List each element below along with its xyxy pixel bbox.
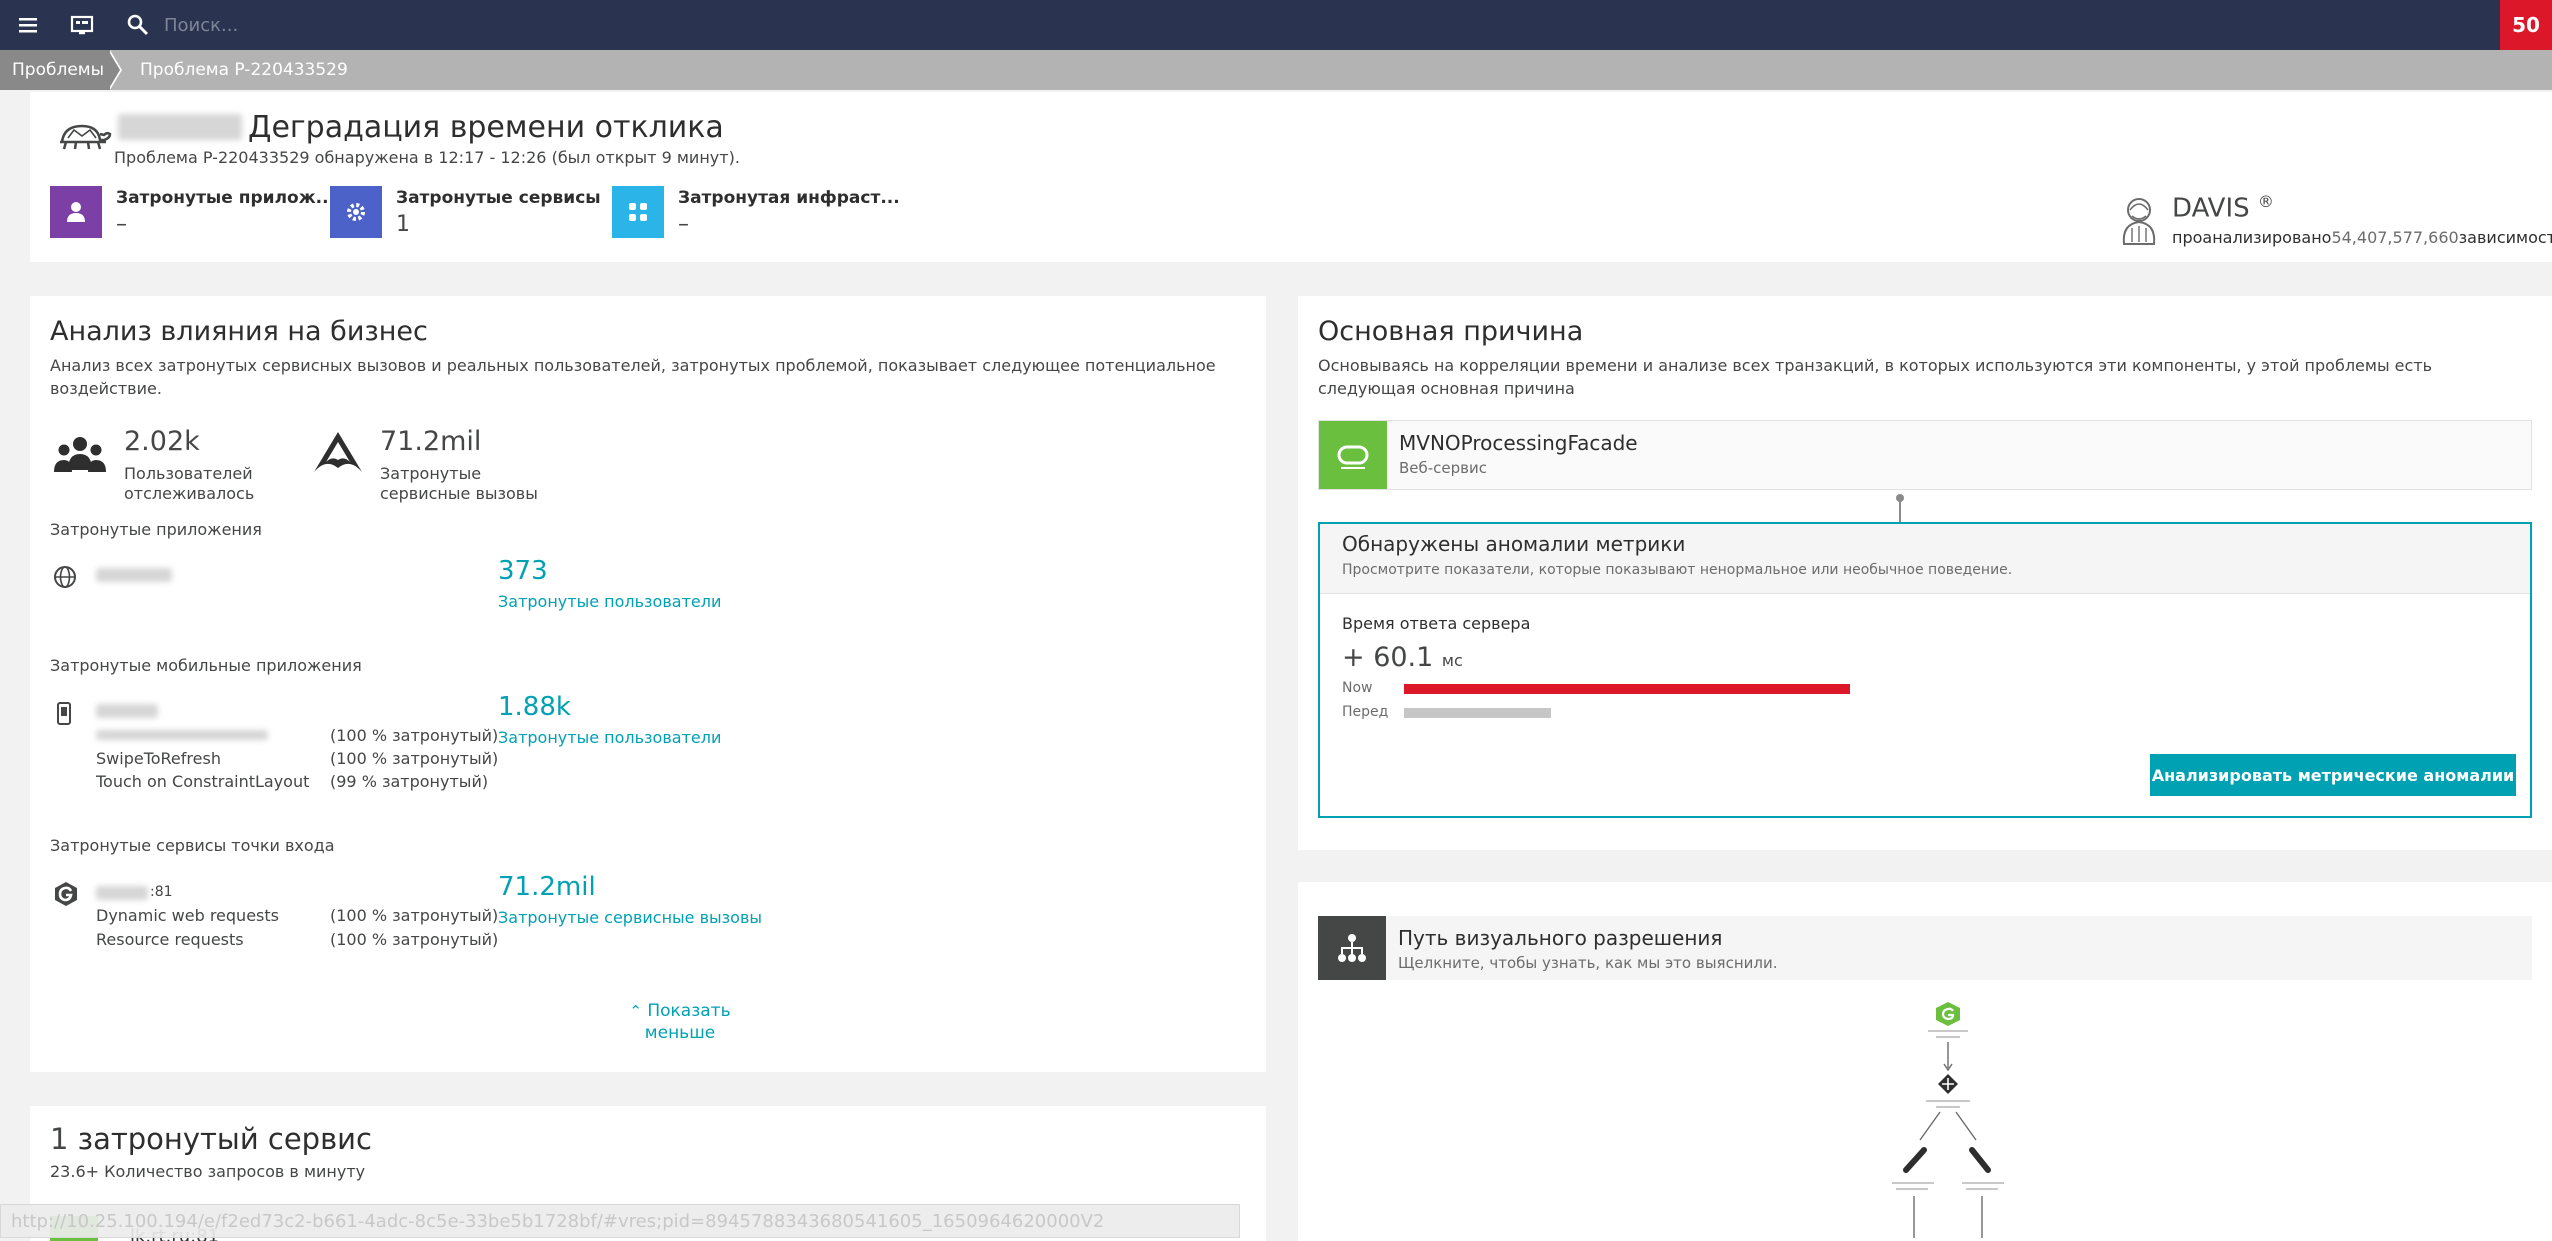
mobile-phone-icon [57, 702, 71, 725]
breadcrumb-current-problem: Проблема P-220433529 [140, 60, 348, 80]
menu-icon[interactable] [14, 11, 42, 39]
response-time-now-bar [1404, 684, 1850, 694]
affected-services[interactable]: Затронутые сервисы 1 [330, 186, 610, 246]
entry-row-2-pct: (100 % затронутый) [330, 930, 499, 949]
davis-logo-icon [2122, 198, 2156, 245]
affected-mobile-users-link[interactable]: Затронутые пользователи [498, 728, 721, 747]
problem-header-panel: Деградация времени отклика Проблема P-22… [30, 92, 2552, 262]
redacted-entry-service [96, 886, 148, 900]
affected-infrastructure[interactable]: Затронутая инфраст... – [612, 186, 912, 246]
visual-resolution-header[interactable]: Путь визуального разрешения Щелкните, чт… [1318, 916, 2532, 980]
metric-anomalies-header: Обнаружены аномалии метрики Просмотрите … [1320, 524, 2530, 594]
business-impact-title: Анализ влияния на бизнес [50, 316, 428, 347]
globe-icon [54, 566, 76, 588]
root-cause-service-type: Веб-сервис [1399, 459, 1488, 477]
redacted-mobile-app [96, 704, 158, 718]
screen-icon[interactable] [68, 11, 96, 39]
root-cause-description: Основываясь на корреляции времени и анал… [1318, 356, 2433, 398]
server-response-time-label: Время ответа сервера [1342, 614, 1531, 633]
server-response-time-delta: + 60.1 мс [1342, 642, 1463, 673]
search-input[interactable] [164, 10, 524, 40]
affected-calls-value: 71.2mil [380, 426, 482, 457]
breadcrumb-problems[interactable]: Проблемы [0, 50, 110, 90]
problem-subtitle: Проблема P-220433529 обнаружена в 12:17 … [114, 148, 740, 167]
user-icon [50, 186, 102, 238]
analyze-metric-anomalies-button[interactable]: Анализировать метрические аномалии [2150, 754, 2516, 796]
web-service-icon [55, 882, 77, 906]
metric-anomalies-card: Обнаружены аномалии метрики Просмотрите … [1318, 522, 2532, 818]
graph-node-process[interactable] [1926, 1074, 1970, 1108]
visual-resolution-title: Путь визуального разрешения [1398, 926, 1723, 950]
affected-services-value: 1 [396, 212, 410, 237]
chevron-up-icon: ⌃ [629, 1002, 642, 1020]
graph-node-host-left[interactable] [1892, 1147, 1934, 1190]
affected-service-calls-link[interactable]: Затронутые сервисные вызовы [498, 908, 762, 927]
mobile-row-1-pct: (100 % затронутый) [330, 726, 499, 745]
entry-service-port: :81 [150, 884, 173, 900]
davis-analyzed-dependencies: проанализировано54,407,577,660зависимост… [2172, 228, 2552, 247]
entry-row-1-name: Dynamic web requests [96, 906, 279, 925]
service-calls-icon [314, 432, 362, 472]
affected-infrastructure-value: – [678, 212, 689, 237]
graph-edge [1919, 1111, 1941, 1141]
affected-service-count: 1 затронутый сервис [50, 1122, 372, 1156]
affected-calls-label: Затронутые сервисные вызовы [380, 464, 538, 503]
top-navigation-bar: 50 [0, 0, 2552, 50]
tracked-users-label: Пользователей отслеживалось [124, 464, 255, 503]
mobile-row-2-pct: (100 % затронутый) [330, 749, 499, 768]
affected-services-label: Затронутые сервисы [396, 188, 601, 208]
redacted-app [96, 568, 172, 582]
davis-name: DAVIS ® [2172, 192, 2274, 224]
tracked-users-value: 2.02k [124, 426, 200, 457]
infrastructure-icon [612, 186, 664, 238]
affected-service-request-rate: 23.6+ Количество запросов в минуту [50, 1162, 366, 1181]
affected-infrastructure-label: Затронутая инфраст... [678, 188, 900, 208]
affected-app-users-link[interactable]: Затронутые пользователи [498, 592, 721, 611]
affected-applications-value: – [116, 212, 127, 237]
affected-applications[interactable]: Затронутые прилож... – [50, 186, 340, 246]
search-icon[interactable] [124, 11, 152, 39]
affected-app-users-count[interactable]: 373 [498, 556, 548, 586]
root-cause-service-card[interactable]: MVNOProcessingFacade Веб-сервис [1318, 420, 2532, 490]
graph-edge [1955, 1111, 1977, 1141]
affected-apps-heading: Затронутые приложения [50, 520, 262, 539]
mobile-row-2-name: SwipeToRefresh [96, 749, 221, 768]
bar-before-label: Перед [1342, 704, 1389, 720]
breadcrumb: Проблемы Проблема P-220433529 [0, 50, 2552, 90]
graph-node-web-service[interactable] [1928, 1002, 1968, 1038]
affected-service-calls-count[interactable]: 71.2mil [498, 872, 596, 902]
gear-icon [330, 186, 382, 238]
users-icon [54, 437, 106, 472]
show-less-button[interactable]: ⌃ Показать меньше [600, 1000, 760, 1044]
bar-now-label: Now [1342, 680, 1373, 696]
visual-resolution-subtitle: Щелкните, чтобы узнать, как мы это выясн… [1398, 954, 1778, 972]
business-impact-description: Анализ всех затронутых сервисных вызовов… [50, 356, 1216, 398]
affected-mobile-users-count[interactable]: 1.88k [498, 692, 571, 722]
mobile-row-3-pct: (99 % затронутый) [330, 772, 489, 791]
affected-applications-label: Затронутые прилож... [116, 188, 335, 208]
graph-node-host-right[interactable] [1962, 1147, 2004, 1190]
root-cause-title: Основная причина [1318, 316, 1584, 347]
root-cause-service-name[interactable]: MVNOProcessingFacade [1399, 431, 1638, 455]
mobile-row-3-name: Touch on ConstraintLayout [96, 772, 310, 791]
business-impact-panel: Анализ влияния на бизнес Анализ всех зат… [30, 296, 1266, 1072]
resolution-graph[interactable] [1876, 1000, 2036, 1241]
breadcrumb-chevron [108, 50, 120, 90]
status-bar-url: http://10.25.100.194/e/f2ed73c2-b661-4ad… [0, 1204, 1240, 1238]
redacted-mobile-action [96, 730, 268, 740]
metric-anomalies-title: Обнаружены аномалии метрики [1342, 532, 1686, 556]
turtle-icon [60, 124, 112, 150]
entry-row-1-pct: (100 % затронутый) [330, 906, 499, 925]
metric-anomalies-subtitle: Просмотрите показатели, которые показыва… [1342, 562, 2013, 578]
web-service-tile-icon [1319, 421, 1387, 489]
redacted-app-name [118, 114, 242, 140]
entry-row-2-name: Resource requests [96, 930, 244, 949]
root-cause-panel: Основная причина Основываясь на корреляц… [1298, 296, 2552, 850]
response-time-before-bar [1404, 708, 1551, 718]
problems-count-badge[interactable]: 50 [2500, 0, 2552, 50]
affected-mobile-apps-heading: Затронутые мобильные приложения [50, 656, 362, 675]
entry-point-services-heading: Затронутые сервисы точки входа [50, 836, 335, 855]
hierarchy-icon [1318, 916, 1386, 980]
problem-title: Деградация времени отклика [248, 110, 724, 145]
